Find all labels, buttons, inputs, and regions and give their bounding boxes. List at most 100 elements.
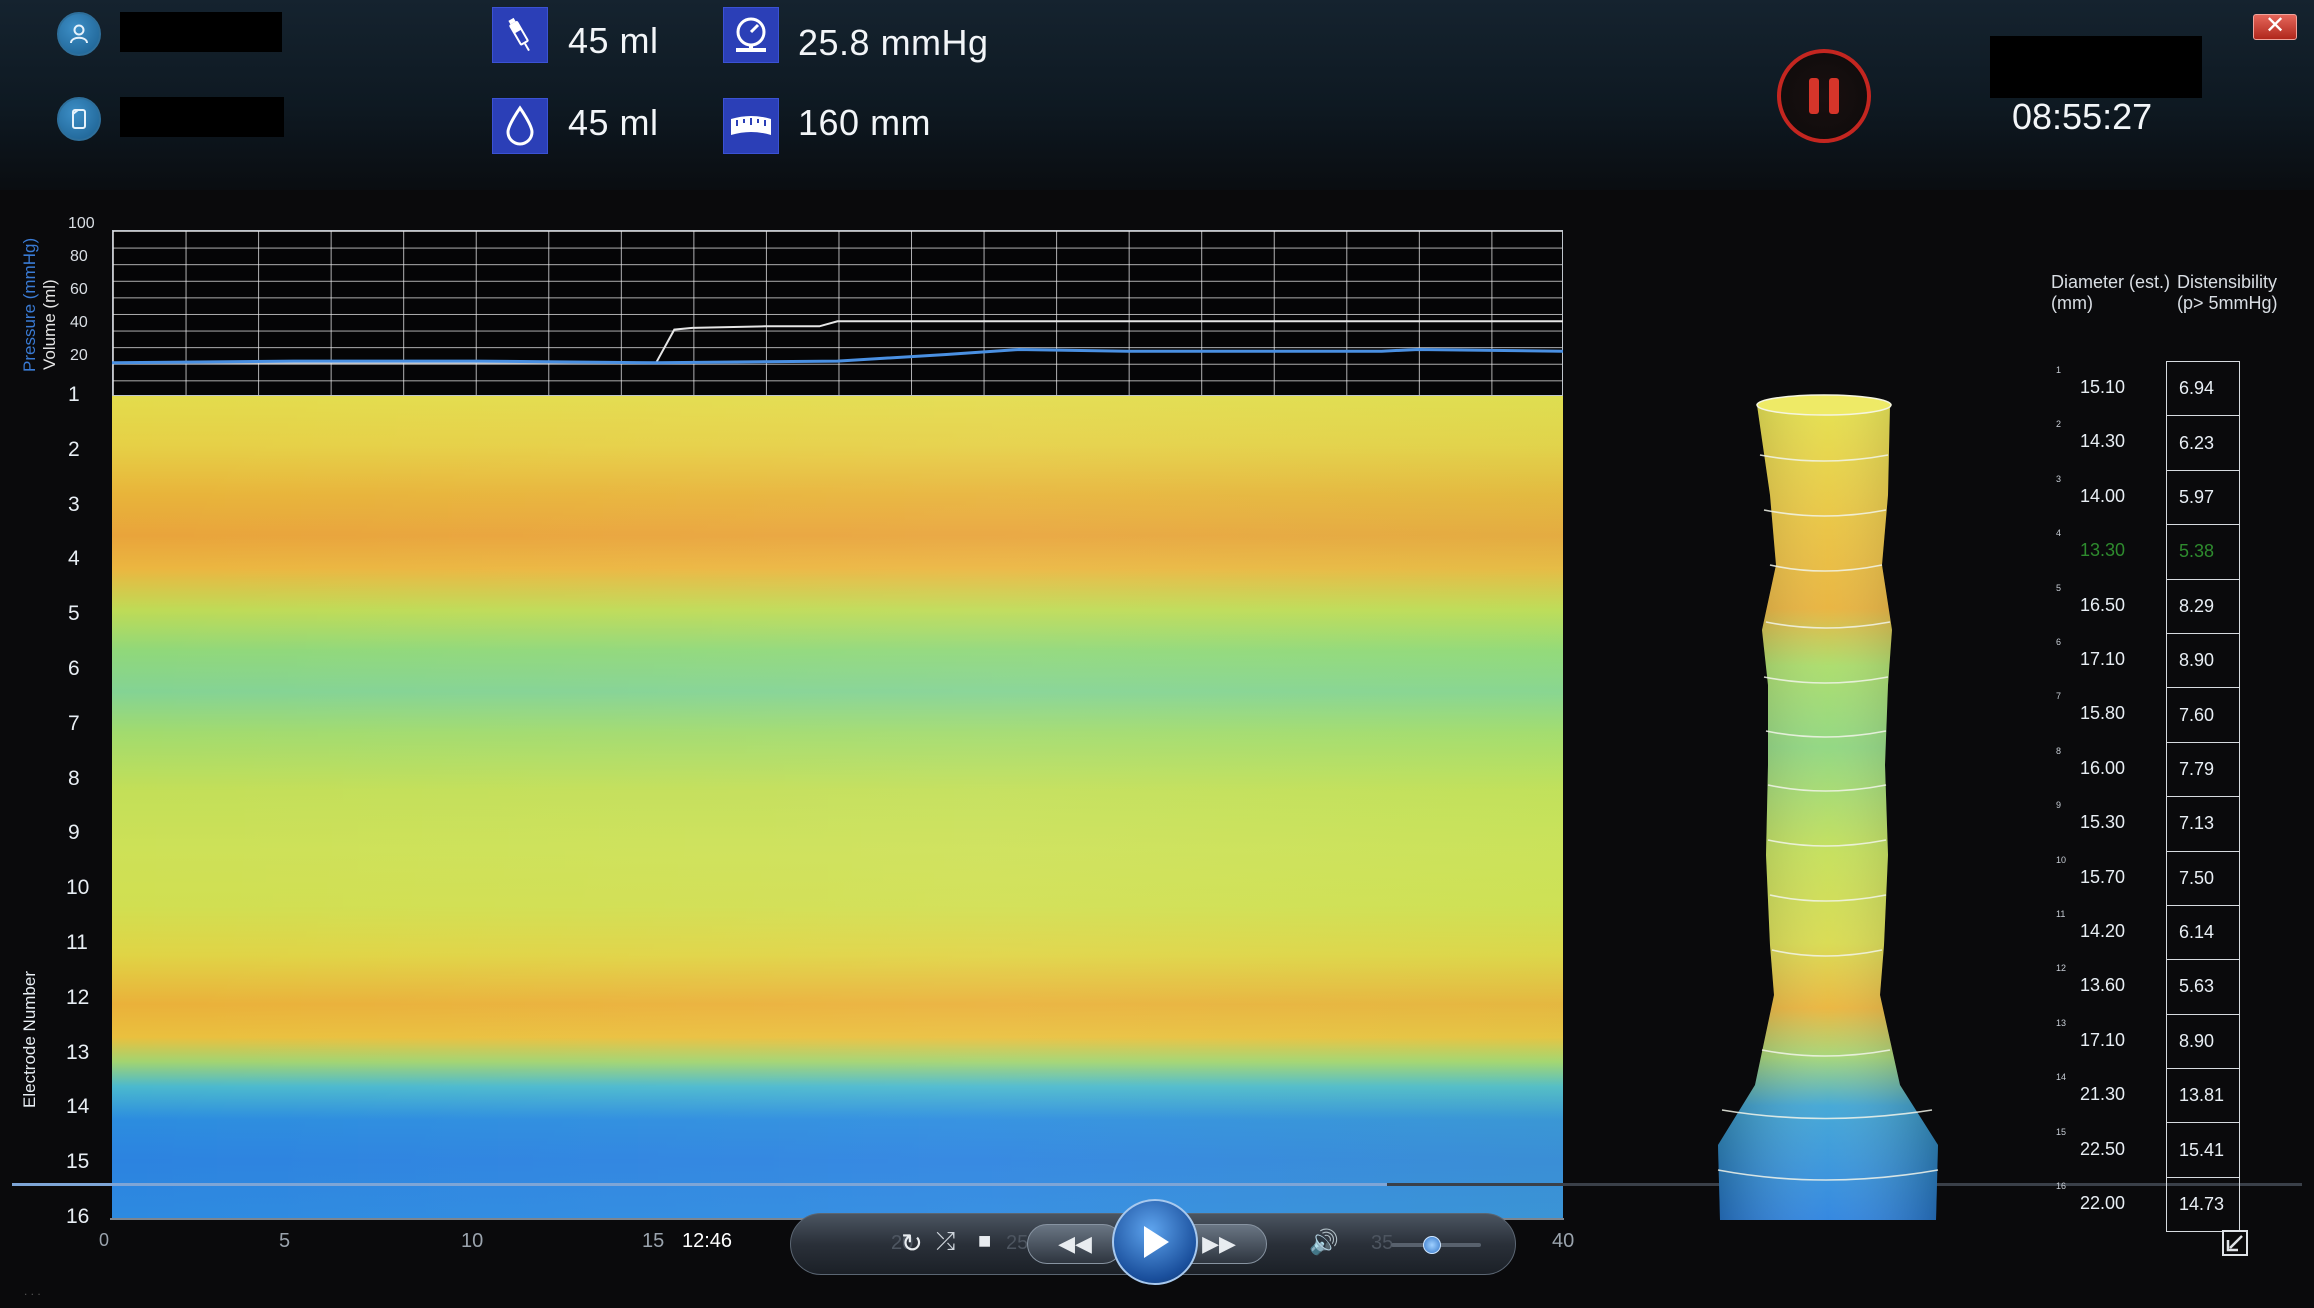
row-index: 14	[2056, 1072, 2067, 1083]
diameter-value: 22.00	[2080, 1193, 2126, 1213]
electrode-tick: 15	[66, 1150, 90, 1174]
electrode-tick: 10	[66, 876, 90, 900]
diameter-value: 13.60	[2080, 975, 2126, 996]
shuffle-button[interactable]: ⤮	[936, 1228, 955, 1256]
diameter-value: 14.00	[2080, 485, 2126, 506]
speaker-icon: 🔊	[1309, 1229, 1339, 1256]
row-index: 1	[2056, 365, 2062, 375]
distensibility-value: 7.79	[2167, 743, 2239, 798]
pressure-axis-title: Pressure (mmHg)	[20, 237, 39, 372]
status-dots: . . .	[24, 1284, 41, 1298]
pause-button[interactable]	[1777, 49, 1871, 143]
electrode-tick: 14	[66, 1095, 90, 1119]
row-index: 4	[2056, 528, 2062, 539]
user-icon[interactable]	[57, 12, 101, 56]
diameter-value: 14.20	[2080, 921, 2126, 941]
time-tick: 15	[642, 1230, 665, 1252]
row-index: 8	[2056, 745, 2062, 756]
volume-button[interactable]: 🔊	[1309, 1228, 1339, 1257]
pressure-volume-chart	[112, 320, 1563, 365]
seek-progress	[12, 1183, 1387, 1186]
electrode-tick: 5	[68, 602, 80, 626]
stop-button[interactable]: ■	[978, 1228, 991, 1254]
shuffle-icon: ⤮	[936, 1228, 956, 1255]
distensibility-value: 6.23	[2167, 416, 2239, 471]
row-index: 10	[2056, 854, 2067, 865]
probe-name-redacted	[120, 97, 284, 137]
diameter-value: 15.30	[2080, 812, 2126, 833]
electrode-tick: 13	[66, 1040, 90, 1064]
header-bar	[0, 0, 2314, 190]
resize-icon	[2226, 1235, 2243, 1252]
time-tick: 0	[99, 1230, 110, 1250]
play-icon	[1144, 1226, 1169, 1258]
electrode-tick: 4	[68, 547, 80, 571]
droplet-icon	[492, 98, 548, 154]
volume-axis-title: Volume (ml)	[40, 279, 59, 370]
infused-volume-value: 45 ml	[568, 20, 659, 61]
pressure-value: 25.8 mmHg	[798, 22, 989, 63]
play-button[interactable]	[1112, 1199, 1198, 1285]
electrode-axis-title: Electrode Number	[20, 970, 39, 1108]
electrode-tick: 3	[68, 492, 80, 516]
pressure-tick: 60	[70, 281, 88, 298]
electrode-tick: 2	[68, 437, 80, 461]
pressure-tick: 80	[70, 248, 88, 265]
electrode-tick: 11	[66, 931, 88, 954]
diameter-header-line2: (mm)	[2051, 293, 2093, 313]
diameter-header-line1: Diameter (est.)	[2051, 272, 2171, 292]
syringe-icon	[492, 7, 548, 63]
distensibility-value: 14.73	[2167, 1178, 2239, 1233]
distensibility-value: 13.81	[2167, 1069, 2239, 1124]
time-tick: 5	[279, 1230, 291, 1252]
electrode-tick: 1	[68, 383, 80, 406]
rewind-button[interactable]: ◀◀	[1027, 1224, 1123, 1264]
electrode-tick: 8	[68, 766, 80, 790]
electrode-tick: 7	[68, 711, 80, 735]
electrode-tick: 6	[68, 657, 80, 680]
volume-series-line	[112, 347, 1563, 365]
stop-icon: ■	[978, 1228, 992, 1253]
rewind-icon: ◀◀	[1058, 1231, 1092, 1256]
distensibility-header: Distensibility (p> 5mmHg)	[2177, 272, 2278, 314]
hidden-time-tick: 25	[1006, 1232, 1029, 1254]
repeat-button[interactable]: ↻	[901, 1228, 923, 1259]
row-index: 5	[2056, 582, 2062, 593]
resize-button[interactable]	[2222, 1230, 2248, 1256]
row-index: 11	[2056, 909, 2066, 919]
pause-icon-bar	[1829, 78, 1839, 114]
volume-slider-handle[interactable]	[1422, 1236, 1441, 1254]
diameter-header: Diameter (est.) (mm)	[2051, 272, 2170, 314]
diameter-value: 16.50	[2080, 594, 2126, 615]
distensibility-value: 5.97	[2167, 471, 2239, 526]
distensibility-value: 7.50	[2167, 852, 2239, 906]
balloon-volume-value: 45 ml	[568, 102, 659, 143]
device-icon[interactable]	[57, 97, 101, 141]
distensibility-header-line2: (p> 5mmHg)	[2177, 293, 2278, 313]
repeat-icon: ↻	[901, 1228, 923, 1258]
hidden-time-tick: 35	[1371, 1232, 1394, 1254]
geometry-model-3d	[1717, 394, 1939, 1220]
pressure-tick: 20	[70, 347, 88, 364]
diameter-value: 15.70	[2080, 866, 2126, 887]
pressure-series-line	[112, 320, 1563, 364]
pressure-tick: 40	[70, 314, 88, 331]
distensibility-value: 15.41	[2167, 1123, 2239, 1178]
distensibility-value: 8.90	[2167, 634, 2239, 689]
diameter-value: 13.30	[2080, 540, 2126, 561]
distensibility-value: 5.38	[2167, 525, 2239, 580]
close-button[interactable]: ✕	[2253, 14, 2297, 40]
electrode-tick: 12	[66, 985, 90, 1009]
row-index: 13	[2056, 1017, 2067, 1028]
diameter-value: 17.10	[2080, 649, 2126, 669]
row-index: 6	[2056, 637, 2062, 647]
diameter-value: 14.30	[2080, 431, 2126, 452]
diameter-value: 16.00	[2080, 757, 2126, 778]
distensibility-value: 6.94	[2167, 362, 2239, 417]
distensibility-value: 6.14	[2167, 906, 2239, 961]
diameter-value: 21.30	[2080, 1084, 2126, 1105]
distensibility-column: 6.94 6.23 5.97 5.38 8.29 8.90 7.60 7.79 7.13 7.50…	[2166, 361, 2240, 1233]
distensibility-value: 8.90	[2167, 1015, 2239, 1070]
row-index: 7	[2056, 691, 2062, 702]
distensibility-value: 8.29	[2167, 580, 2239, 634]
